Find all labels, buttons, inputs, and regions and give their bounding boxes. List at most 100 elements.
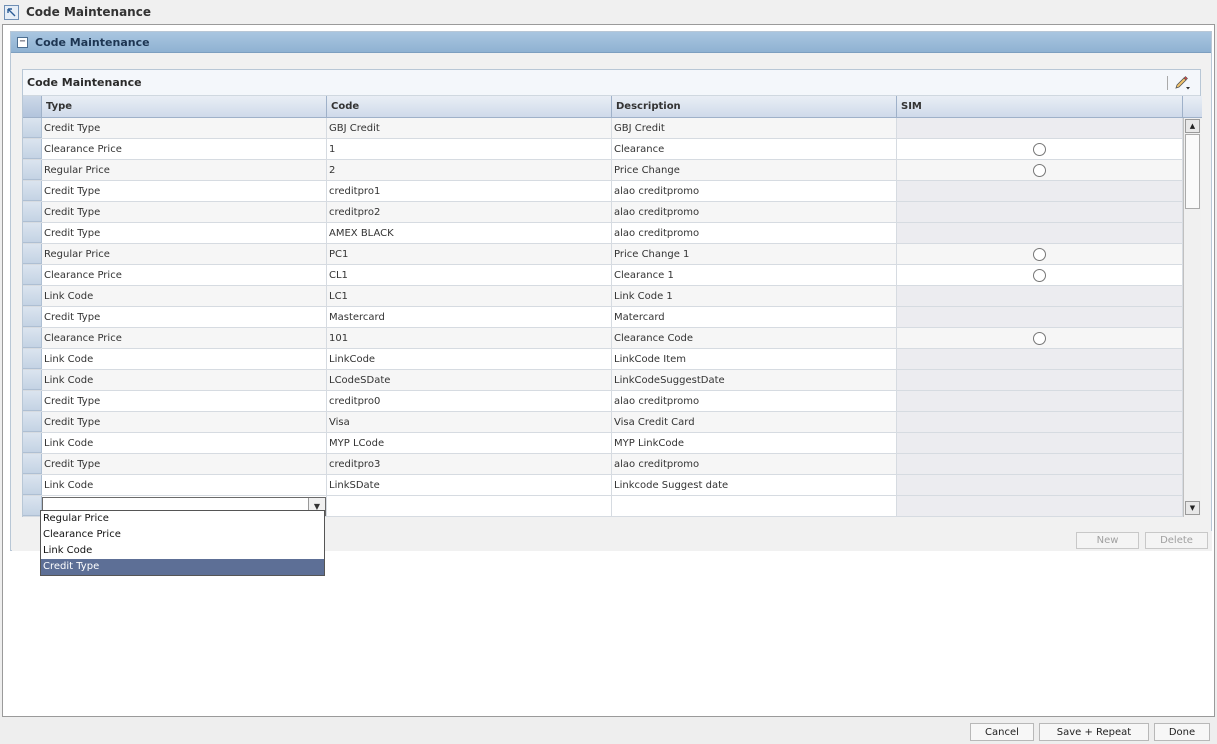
table-row[interactable]: Credit Type Visa Visa Credit Card <box>23 412 1183 433</box>
cell-description[interactable]: Linkcode Suggest date <box>612 475 897 495</box>
row-selector[interactable] <box>23 160 42 180</box>
cell-code[interactable]: CL1 <box>327 265 612 285</box>
table-row[interactable]: Link Code LinkSDate Linkcode Suggest date <box>23 475 1183 496</box>
column-header-type[interactable]: Type <box>42 96 327 117</box>
new-button[interactable]: New <box>1076 532 1139 549</box>
type-dropdown-list[interactable]: Regular Price Clearance Price Link Code Cre… <box>40 510 325 576</box>
dropdown-option[interactable]: Credit Type <box>41 559 324 575</box>
cell-type[interactable]: Credit Type <box>42 454 327 474</box>
save-repeat-button[interactable]: Save + Repeat <box>1039 723 1149 741</box>
cell-type[interactable]: Clearance Price <box>42 328 327 348</box>
table-row[interactable]: Link Code MYP LCode MYP LinkCode <box>23 433 1183 454</box>
table-row[interactable]: Credit Type Mastercard Matercard <box>23 307 1183 328</box>
cell-description[interactable]: LinkCode Item <box>612 349 897 369</box>
dropdown-option[interactable]: Regular Price <box>41 511 324 527</box>
table-row[interactable]: Link Code LC1 Link Code 1 <box>23 286 1183 307</box>
cell-description[interactable]: Link Code 1 <box>612 286 897 306</box>
cell-type[interactable]: Credit Type <box>42 223 327 243</box>
cell-description[interactable]: Clearance <box>612 139 897 159</box>
table-row[interactable]: Link Code LCodeSDate LinkCodeSuggestDate <box>23 370 1183 391</box>
cell-description[interactable]: MYP LinkCode <box>612 433 897 453</box>
cell-description[interactable]: alao creditpromo <box>612 391 897 411</box>
cell-description[interactable]: alao creditpromo <box>612 454 897 474</box>
table-row[interactable]: Credit Type AMEX BLACK alao creditpromo <box>23 223 1183 244</box>
row-selector[interactable] <box>23 433 42 453</box>
cell-description[interactable]: alao creditpromo <box>612 202 897 222</box>
row-selector[interactable] <box>23 265 42 285</box>
cell-code[interactable]: 1 <box>327 139 612 159</box>
table-row[interactable]: Clearance Price 1 Clearance <box>23 139 1183 160</box>
table-row[interactable]: Clearance Price 101 Clearance Code <box>23 328 1183 349</box>
cell-description[interactable]: Clearance Code <box>612 328 897 348</box>
row-selector[interactable] <box>23 139 42 159</box>
row-selector[interactable] <box>23 328 42 348</box>
cell-type[interactable]: Link Code <box>42 433 327 453</box>
sim-radio[interactable] <box>1033 268 1046 282</box>
delete-button[interactable]: Delete <box>1145 532 1208 549</box>
cell-type[interactable]: Credit Type <box>42 391 327 411</box>
cell-type[interactable]: Link Code <box>42 349 327 369</box>
row-selector[interactable] <box>23 118 42 138</box>
cancel-button[interactable]: Cancel <box>970 723 1034 741</box>
cell-type[interactable]: Credit Type <box>42 118 327 138</box>
cell-description[interactable] <box>612 496 897 516</box>
table-row[interactable]: Credit Type creditpro1 alao creditpromo <box>23 181 1183 202</box>
cell-type[interactable]: Link Code <box>42 370 327 390</box>
cell-code[interactable]: LC1 <box>327 286 612 306</box>
vertical-scrollbar[interactable]: ▲ ▼ <box>1183 118 1201 517</box>
cell-code[interactable]: creditpro0 <box>327 391 612 411</box>
column-header-description[interactable]: Description <box>612 96 897 117</box>
table-row[interactable]: Regular Price PC1 Price Change 1 <box>23 244 1183 265</box>
cell-code[interactable]: Mastercard <box>327 307 612 327</box>
cell-description[interactable]: Matercard <box>612 307 897 327</box>
cell-code[interactable]: GBJ Credit <box>327 118 612 138</box>
table-row[interactable]: Credit Type GBJ Credit GBJ Credit <box>23 118 1183 139</box>
row-selector[interactable] <box>23 307 42 327</box>
row-selector[interactable] <box>23 181 42 201</box>
cell-code[interactable] <box>327 496 612 516</box>
pencil-dropdown-icon[interactable] <box>1173 75 1193 91</box>
minus-box-icon[interactable]: − <box>17 36 28 48</box>
cell-description[interactable]: GBJ Credit <box>612 118 897 138</box>
row-selector[interactable] <box>23 223 42 243</box>
cell-type[interactable]: Clearance Price <box>42 139 327 159</box>
row-selector[interactable] <box>23 391 42 411</box>
section-header[interactable]: − Code Maintenance <box>11 32 1211 53</box>
sim-radio[interactable] <box>1033 331 1046 345</box>
table-row[interactable]: Credit Type creditpro0 alao creditpromo <box>23 391 1183 412</box>
cell-code[interactable]: LinkSDate <box>327 475 612 495</box>
row-selector[interactable] <box>23 475 42 495</box>
row-selector[interactable] <box>23 370 42 390</box>
select-all-header[interactable] <box>23 96 42 117</box>
column-header-code[interactable]: Code <box>327 96 612 117</box>
cell-type[interactable]: Link Code <box>42 475 327 495</box>
table-row[interactable]: Link Code LinkCode LinkCode Item <box>23 349 1183 370</box>
cell-code[interactable]: PC1 <box>327 244 612 264</box>
sim-radio[interactable] <box>1033 142 1046 156</box>
row-selector[interactable] <box>23 454 42 474</box>
cell-type[interactable]: Credit Type <box>42 181 327 201</box>
cell-code[interactable]: LCodeSDate <box>327 370 612 390</box>
cell-code[interactable]: 2 <box>327 160 612 180</box>
table-row[interactable]: Clearance Price CL1 Clearance 1 <box>23 265 1183 286</box>
cell-code[interactable]: creditpro2 <box>327 202 612 222</box>
cell-code[interactable]: 101 <box>327 328 612 348</box>
scroll-thumb[interactable] <box>1185 134 1200 209</box>
cell-code[interactable]: Visa <box>327 412 612 432</box>
table-row[interactable]: Credit Type creditpro3 alao creditpromo <box>23 454 1183 475</box>
column-header-sim[interactable]: SIM <box>897 96 1183 117</box>
sim-radio[interactable] <box>1033 247 1046 261</box>
done-button[interactable]: Done <box>1154 723 1210 741</box>
row-selector[interactable] <box>23 286 42 306</box>
cell-description[interactable]: alao creditpromo <box>612 181 897 201</box>
cell-description[interactable]: alao creditpromo <box>612 223 897 243</box>
arrow-down-icon[interactable]: ▼ <box>1185 501 1200 515</box>
arrow-up-icon[interactable]: ▲ <box>1185 119 1200 133</box>
row-selector[interactable] <box>23 202 42 222</box>
cell-code[interactable]: LinkCode <box>327 349 612 369</box>
row-selector[interactable] <box>23 412 42 432</box>
cell-code[interactable]: creditpro3 <box>327 454 612 474</box>
cell-description[interactable]: LinkCodeSuggestDate <box>612 370 897 390</box>
restore-arrow-icon[interactable] <box>4 4 19 20</box>
table-row[interactable]: Credit Type creditpro2 alao creditpromo <box>23 202 1183 223</box>
